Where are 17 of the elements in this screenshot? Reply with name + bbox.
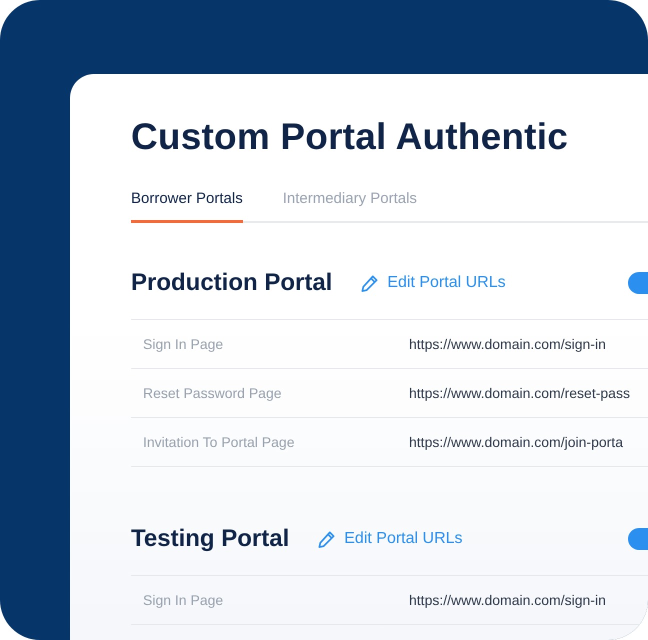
url-text: https://www.domain.com/reset-pass — [409, 385, 630, 401]
url-text: https://www.domain.com/sign-in — [409, 336, 606, 352]
edit-link[interactable]: Edit Portal URLs — [317, 530, 463, 548]
section-title: Production Portal — [131, 269, 332, 297]
section-title: Testing Portal — [131, 525, 290, 553]
row-label: Invitation To Portal Page — [142, 434, 296, 450]
edit-link[interactable]: Edit Portal URLs — [360, 274, 506, 292]
pencil-icon — [360, 274, 380, 292]
pencil-icon — [317, 530, 336, 548]
page-title: Custom Portal Authentic — [131, 116, 569, 158]
url-text: https://www.domain.com/sign-in — [409, 592, 606, 608]
tab[interactable]: Intermediary Portals — [282, 190, 417, 223]
tab[interactable]: Borrower Portals — [131, 190, 243, 223]
row-label: Sign In Page — [142, 592, 224, 608]
row-label: Reset Password Page — [142, 385, 283, 401]
row-label: Sign In Page — [142, 336, 224, 352]
url-text: https://www.domain.com/join-porta — [409, 434, 623, 450]
